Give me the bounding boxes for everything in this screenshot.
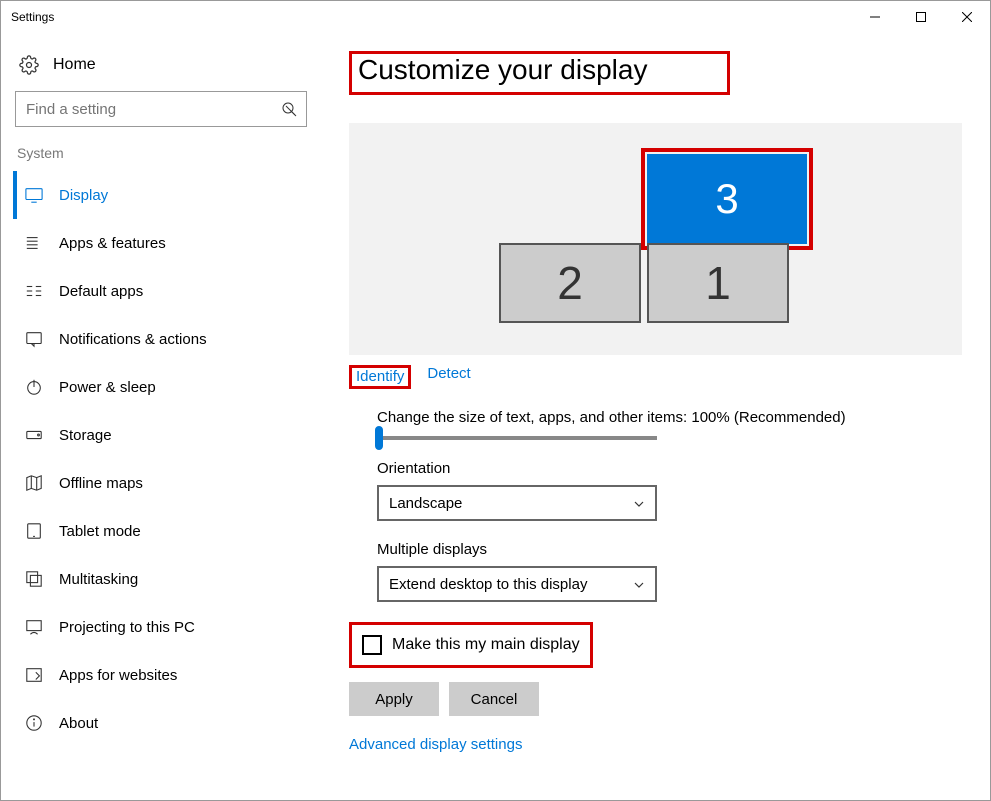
multitasking-icon <box>25 570 43 588</box>
sidebar-item-about[interactable]: About <box>13 699 309 747</box>
sidebar-item-display[interactable]: Display <box>13 171 309 219</box>
nav-label: About <box>59 715 98 732</box>
sidebar-item-multitasking[interactable]: Multitasking <box>13 555 309 603</box>
sidebar-item-apps-features[interactable]: Apps & features <box>13 219 309 267</box>
sidebar-item-storage[interactable]: Storage <box>13 411 309 459</box>
sidebar-item-notifications[interactable]: Notifications & actions <box>13 315 309 363</box>
detect-link[interactable]: Detect <box>427 365 470 389</box>
multiple-displays-value: Extend desktop to this display <box>389 576 587 593</box>
minimize-button[interactable] <box>852 1 898 33</box>
sidebar-item-projecting[interactable]: Projecting to this PC <box>13 603 309 651</box>
sidebar: Home System Display Apps & features Defa… <box>1 33 321 800</box>
display-arrangement[interactable]: 3 2 1 <box>349 123 962 355</box>
main-display-label: Make this my main display <box>392 636 580 654</box>
page-title: Customize your display <box>358 54 647 86</box>
sidebar-item-apps-websites[interactable]: Apps for websites <box>13 651 309 699</box>
storage-icon <box>25 426 43 444</box>
apply-button[interactable]: Apply <box>349 682 439 716</box>
titlebar: Settings <box>1 1 990 33</box>
search-input[interactable] <box>15 91 307 127</box>
monitor-3[interactable]: 3 <box>647 154 807 244</box>
nav-label: Display <box>59 187 108 204</box>
orientation-select[interactable]: Landscape <box>377 485 657 521</box>
advanced-display-settings-link[interactable]: Advanced display settings <box>349 736 522 753</box>
maximize-button[interactable] <box>898 1 944 33</box>
sidebar-item-offline-maps[interactable]: Offline maps <box>13 459 309 507</box>
nav-label: Multitasking <box>59 571 138 588</box>
apps-websites-icon <box>25 666 43 684</box>
search-icon <box>281 101 297 117</box>
display-icon <box>25 186 43 204</box>
scale-slider[interactable] <box>377 436 657 440</box>
section-label: System <box>13 145 309 171</box>
power-icon <box>25 378 43 396</box>
chevron-down-icon <box>633 578 645 590</box>
tablet-icon <box>25 522 43 540</box>
main-display-highlight: Make this my main display <box>349 622 593 668</box>
chevron-down-icon <box>633 497 645 509</box>
nav-label: Tablet mode <box>59 523 141 540</box>
nav-label: Apps & features <box>59 235 166 252</box>
cancel-button[interactable]: Cancel <box>449 682 539 716</box>
sidebar-item-power-sleep[interactable]: Power & sleep <box>13 363 309 411</box>
orientation-value: Landscape <box>389 495 462 512</box>
nav-label: Offline maps <box>59 475 143 492</box>
title-highlight: Customize your display <box>349 51 730 95</box>
close-button[interactable] <box>944 1 990 33</box>
home-label: Home <box>53 56 96 74</box>
sidebar-item-tablet-mode[interactable]: Tablet mode <box>13 507 309 555</box>
identify-highlight: Identify <box>349 365 411 389</box>
nav-label: Storage <box>59 427 112 444</box>
nav-label: Projecting to this PC <box>59 619 195 636</box>
main-display-checkbox-row[interactable]: Make this my main display <box>358 631 590 659</box>
multiple-displays-select[interactable]: Extend desktop to this display <box>377 566 657 602</box>
home-button[interactable]: Home <box>13 47 309 89</box>
about-icon <box>25 714 43 732</box>
slider-thumb[interactable] <box>375 426 383 450</box>
main-display-checkbox[interactable] <box>362 635 382 655</box>
monitor-highlight: 3 <box>641 148 813 250</box>
sidebar-item-default-apps[interactable]: Default apps <box>13 267 309 315</box>
search-box[interactable] <box>15 91 307 127</box>
monitor-1[interactable]: 1 <box>647 243 789 323</box>
nav-label: Notifications & actions <box>59 331 207 348</box>
notifications-icon <box>25 330 43 348</box>
nav-label: Power & sleep <box>59 379 156 396</box>
window-title: Settings <box>11 10 54 24</box>
default-apps-icon <box>25 282 43 300</box>
nav-label: Apps for websites <box>59 667 177 684</box>
multiple-displays-label: Multiple displays <box>377 541 962 558</box>
apps-icon <box>25 234 43 252</box>
maps-icon <box>25 474 43 492</box>
monitor-2[interactable]: 2 <box>499 243 641 323</box>
identify-link[interactable]: Identify <box>356 368 404 385</box>
projecting-icon <box>25 618 43 636</box>
orientation-label: Orientation <box>377 460 962 477</box>
main-panel: Customize your display 3 2 1 Identify De… <box>321 33 990 800</box>
nav-label: Default apps <box>59 283 143 300</box>
gear-icon <box>19 55 39 75</box>
scale-label: Change the size of text, apps, and other… <box>377 409 962 426</box>
